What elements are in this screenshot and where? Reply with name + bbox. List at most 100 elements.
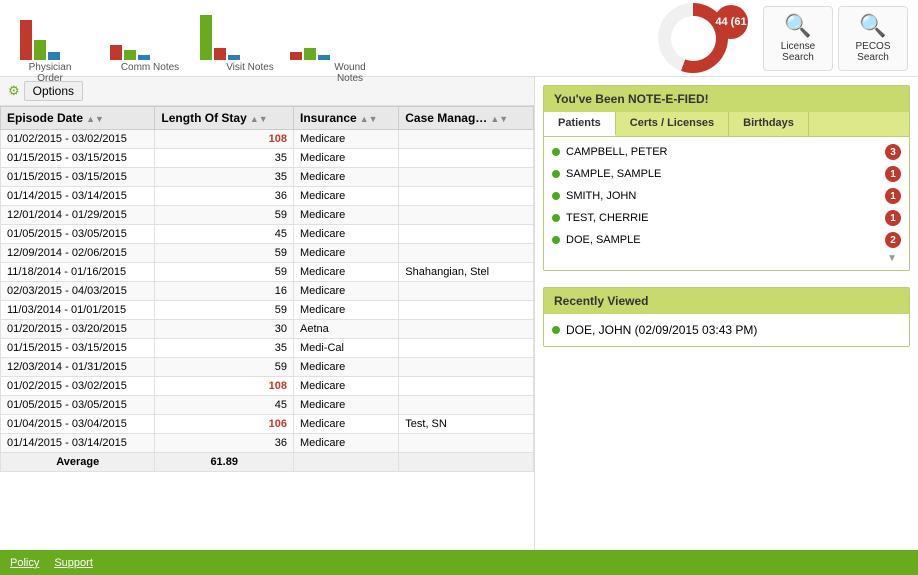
col-insurance[interactable]: Insurance ▲▼ (293, 107, 398, 130)
sort-arrow-cm: ▲▼ (490, 114, 508, 124)
cell-episode-date: 01/15/2015 - 03/15/2015 (1, 149, 155, 168)
patient-row[interactable]: TEST, CHERRIE1 (550, 207, 903, 229)
recently-viewed-row[interactable]: DOE, JOHN (02/09/2015 03:43 PM) (550, 320, 903, 340)
cell-episode-date: 01/02/2015 - 03/02/2015 (1, 130, 155, 149)
patient-status-dot (552, 214, 560, 222)
cell-insurance: Aetna (293, 320, 398, 339)
license-search-label: License Search (769, 41, 827, 63)
chart-container: Physician Order Comm Notes Visit Notes W… (0, 0, 633, 76)
cell-episode-date: 12/09/2014 - 02/06/2015 (1, 244, 155, 263)
cell-episode-date: 01/05/2015 - 03/05/2015 (1, 225, 155, 244)
options-button[interactable]: Options (24, 81, 83, 101)
cell-los: 45 (155, 396, 294, 415)
col-episode-date[interactable]: Episode Date ▲▼ (1, 107, 155, 130)
donut-inner (671, 16, 716, 61)
patient-row[interactable]: SAMPLE, SAMPLE1 (550, 163, 903, 185)
license-search-button[interactable]: 🔍 License Search (763, 6, 833, 71)
patient-row[interactable]: CAMPBELL, PETER3 (550, 141, 903, 163)
table-row[interactable]: 01/15/2015 - 03/15/201535Medicare (1, 168, 534, 187)
recently-viewed-list: DOE, JOHN (02/09/2015 03:43 PM) (544, 314, 909, 346)
cell-insurance: Medicare (293, 301, 398, 320)
cell-episode-date: 11/03/2014 - 01/01/2015 (1, 301, 155, 320)
table-row[interactable]: 01/15/2015 - 03/15/201535Medi-Cal (1, 339, 534, 358)
bar-group-physician (20, 20, 60, 60)
col-insurance-label: Insurance (300, 111, 357, 125)
patient-badge: 1 (885, 166, 901, 182)
patient-name: DOE, SAMPLE (566, 234, 885, 246)
main-content: ⚙ Options Episode Date ▲▼ Length Of Stay… (0, 77, 918, 570)
table-row[interactable]: 12/09/2014 - 02/06/201559Medicare (1, 244, 534, 263)
cell-case-manager (399, 358, 534, 377)
col-los[interactable]: Length Of Stay ▲▼ (155, 107, 294, 130)
cell-case-manager (399, 320, 534, 339)
footer: Policy Support (0, 550, 918, 575)
chart-label-row: Physician Order Comm Notes Visit Notes W… (10, 60, 623, 84)
table-row[interactable]: 11/18/2014 - 01/16/201559MedicareShahang… (1, 263, 534, 282)
top-bar: Physician Order Comm Notes Visit Notes W… (0, 0, 918, 77)
average-empty-2 (399, 453, 534, 472)
table-row[interactable]: 12/03/2014 - 01/31/201559Medicare (1, 358, 534, 377)
chart-label-comm: Comm Notes (120, 62, 180, 84)
col-los-label: Length Of Stay (161, 111, 246, 125)
cell-los: 59 (155, 244, 294, 263)
patient-status-dot (552, 170, 560, 178)
col-case-manager[interactable]: Case Manag… ▲▼ (399, 107, 534, 130)
table-row[interactable]: 01/05/2015 - 03/05/201545Medicare (1, 396, 534, 415)
recently-viewed-header: Recently Viewed (544, 288, 909, 314)
bar-visit-green (200, 15, 212, 60)
cell-los: 35 (155, 168, 294, 187)
table-row[interactable]: 01/14/2015 - 03/14/201536Medicare (1, 187, 534, 206)
chart-label-wound: Wound Notes (320, 62, 380, 84)
tab-birthdays[interactable]: Birthdays (729, 112, 809, 136)
footer-support-link[interactable]: Support (54, 557, 93, 569)
cell-case-manager (399, 396, 534, 415)
table-row[interactable]: 01/15/2015 - 03/15/201535Medicare (1, 149, 534, 168)
cell-case-manager (399, 377, 534, 396)
footer-policy-link[interactable]: Policy (10, 557, 39, 569)
cell-case-manager (399, 206, 534, 225)
bar-comm-green (124, 50, 136, 60)
cell-los: 45 (155, 225, 294, 244)
cell-case-manager (399, 149, 534, 168)
table-row[interactable]: 01/05/2015 - 03/05/201545Medicare (1, 225, 534, 244)
table-row[interactable]: 11/03/2014 - 01/01/201559Medicare (1, 301, 534, 320)
cell-los: 16 (155, 282, 294, 301)
patient-row[interactable]: DOE, SAMPLE2 (550, 229, 903, 251)
cell-case-manager (399, 339, 534, 358)
scroll-indicator: ▼ (550, 251, 903, 266)
cell-episode-date: 01/14/2015 - 03/14/2015 (1, 434, 155, 453)
patient-badge: 3 (885, 144, 901, 160)
table-row[interactable]: 01/02/2015 - 03/02/2015108Medicare (1, 377, 534, 396)
notification-tab-bar: Patients Certs / Licenses Birthdays (544, 112, 909, 137)
table-row[interactable]: 12/01/2014 - 01/29/201559Medicare (1, 206, 534, 225)
bars-area (10, 5, 623, 60)
cell-los: 59 (155, 263, 294, 282)
pecos-search-label: PECOS Search (844, 41, 902, 63)
cell-los: 36 (155, 434, 294, 453)
patient-list: CAMPBELL, PETER3SAMPLE, SAMPLE1SMITH, JO… (544, 137, 909, 270)
patient-name: SAMPLE, SAMPLE (566, 168, 885, 180)
table-row[interactable]: 02/03/2015 - 04/03/201516Medicare (1, 282, 534, 301)
table-row[interactable]: 01/04/2015 - 03/04/2015106MedicareTest, … (1, 415, 534, 434)
pecos-search-button[interactable]: 🔍 PECOS Search (838, 6, 908, 71)
average-value: 61.89 (155, 453, 294, 472)
bar-visit-blue (228, 55, 240, 60)
license-search-icon: 🔍 (784, 13, 811, 39)
tab-patients[interactable]: Patients (544, 112, 616, 136)
cell-los: 30 (155, 320, 294, 339)
patient-row[interactable]: SMITH, JOHN1 (550, 185, 903, 207)
tab-certs-licenses[interactable]: Certs / Licenses (616, 112, 729, 136)
cell-episode-date: 01/14/2015 - 03/14/2015 (1, 187, 155, 206)
table-wrapper[interactable]: Episode Date ▲▼ Length Of Stay ▲▼ Insura… (0, 106, 534, 570)
table-row[interactable]: 01/20/2015 - 03/20/201530Aetna (1, 320, 534, 339)
cell-case-manager (399, 225, 534, 244)
notification-box: You've Been NOTE-E-FIED! Patients Certs … (543, 85, 910, 271)
cell-insurance: Medicare (293, 187, 398, 206)
table-row[interactable]: 01/02/2015 - 03/02/2015108Medicare (1, 130, 534, 149)
table-row[interactable]: 01/14/2015 - 03/14/201536Medicare (1, 434, 534, 453)
patient-status-dot (552, 148, 560, 156)
cell-los: 36 (155, 187, 294, 206)
cell-insurance: Medicare (293, 168, 398, 187)
notification-header: You've Been NOTE-E-FIED! (544, 86, 909, 112)
bar-group-visit (200, 15, 240, 60)
